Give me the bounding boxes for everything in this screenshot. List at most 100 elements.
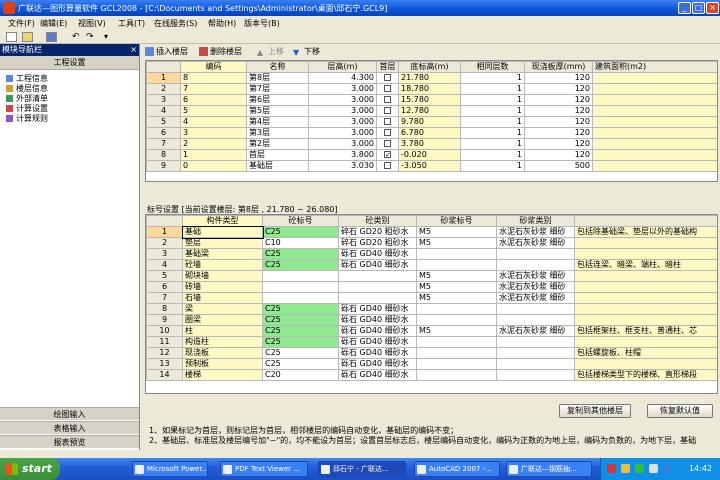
component-type-cell[interactable]: 梁 [182, 303, 263, 315]
mortar-category-cell[interactable] [496, 303, 575, 315]
col-header[interactable]: 名称 [246, 61, 309, 73]
building-area-cell[interactable] [592, 83, 717, 95]
nav-report-preview[interactable]: 报表预览 [0, 435, 139, 448]
mortar-category-cell[interactable] [496, 347, 575, 359]
grade-row[interactable]: 7 石墙 M5 水泥石灰砂浆 细砂 [146, 292, 717, 304]
note-cell[interactable]: 包括除基础梁、垫层以外的基础构 [574, 226, 717, 238]
slab-thickness-cell[interactable]: 120 [524, 138, 593, 150]
slab-thickness-cell[interactable]: 120 [524, 94, 593, 106]
mortar-category-cell[interactable] [496, 248, 575, 260]
note-cell[interactable] [574, 336, 717, 348]
taskbar-item[interactable]: 广联达—钢筋抽... [506, 461, 592, 477]
mortar-category-cell[interactable]: 水泥石灰砂浆 细砂 [496, 292, 575, 304]
row-number[interactable]: 7 [146, 138, 181, 150]
floor-name-cell[interactable]: 基础层 [246, 160, 309, 172]
mortar-grade-cell[interactable] [416, 347, 497, 359]
floor-code-cell[interactable]: 2 [180, 138, 247, 150]
concrete-grade-cell[interactable]: C10 [262, 237, 339, 249]
minimize-button[interactable]: _ [678, 2, 691, 14]
grade-row[interactable]: 5 砌块墙 M5 水泥石灰砂浆 细砂 [146, 270, 717, 282]
mortar-category-cell[interactable]: 水泥石灰砂浆 细砂 [496, 270, 575, 282]
col-header[interactable]: 砼类别 [338, 215, 417, 227]
first-floor-checkbox[interactable] [384, 129, 391, 136]
concrete-category-cell[interactable]: 砾石 GD40 细砂水 [338, 325, 417, 337]
concrete-category-cell[interactable] [338, 281, 417, 293]
first-floor-checkbox-cell[interactable] [376, 149, 399, 161]
first-floor-checkbox[interactable] [384, 151, 391, 160]
floor-height-cell[interactable]: 4.300 [308, 72, 377, 84]
building-area-cell[interactable] [592, 160, 717, 172]
col-header[interactable]: 砂浆标号 [416, 215, 497, 227]
base-elevation-cell[interactable]: 15.780 [398, 94, 461, 106]
volume-icon[interactable] [649, 464, 658, 473]
base-elevation-cell[interactable]: 6.780 [398, 127, 461, 139]
grade-row[interactable]: 14 楼梯 C20 砾石 GD40 细砂水 包括楼梯类型下的楼梯、直形梯段 [146, 369, 717, 381]
row-number[interactable]: 8 [146, 149, 181, 161]
floor-name-cell[interactable]: 第5层 [246, 105, 309, 117]
floor-name-cell[interactable]: 第6层 [246, 94, 309, 106]
note-cell[interactable] [574, 358, 717, 370]
menu-version[interactable]: 版本号(B) [244, 18, 280, 29]
note-cell[interactable] [574, 314, 717, 326]
mortar-grade-cell[interactable]: M5 [416, 226, 497, 238]
concrete-category-cell[interactable]: 碎石 GD20 粗砂水 [338, 226, 417, 238]
menu-view[interactable]: 视图(V) [78, 18, 106, 29]
taskbar-item[interactable]: PDF Text Viewer ... [220, 461, 308, 477]
grade-row[interactable]: 4 砼墙 C25 砾石 GD40 细砂水 包括连梁、暗梁、端柱、暗柱 [146, 259, 717, 271]
component-type-cell[interactable]: 砼墙 [182, 259, 263, 271]
row-number[interactable]: 5 [146, 116, 181, 128]
grade-row[interactable]: 10 柱 C25 砾石 GD40 细砂水 M5 水泥石灰砂浆 细砂 包括框架柱、框支柱、普通… [146, 325, 717, 337]
floor-row[interactable]: 9 0 基础层 3.030 -3.050 1 500 [146, 160, 717, 172]
grade-row[interactable]: 12 现浇板 C25 砾石 GD40 细砂水 包括螺旋板、柱帽 [146, 347, 717, 359]
component-type-cell[interactable]: 石墙 [182, 292, 263, 304]
note-cell[interactable] [574, 237, 717, 249]
slab-thickness-cell[interactable]: 120 [524, 83, 593, 95]
redo-icon[interactable]: ↷ [86, 32, 97, 42]
concrete-grade-cell[interactable]: C25 [262, 226, 339, 238]
floor-row[interactable]: 6 3 第3层 3.000 6.780 1 120 [146, 127, 717, 139]
floor-height-cell[interactable]: 3.800 [308, 149, 377, 161]
col-header[interactable]: 相同层数 [460, 61, 525, 73]
first-floor-checkbox-cell[interactable] [376, 72, 399, 84]
row-number[interactable]: 7 [146, 292, 183, 304]
concrete-grade-cell[interactable] [262, 281, 339, 293]
floor-height-cell[interactable]: 3.000 [308, 138, 377, 150]
first-floor-checkbox-cell[interactable] [376, 160, 399, 172]
insert-floor-button[interactable]: 插入楼层 [145, 46, 188, 57]
slab-thickness-cell[interactable]: 500 [524, 160, 593, 172]
floor-row[interactable]: 7 2 第2层 3.000 3.780 1 120 [146, 138, 717, 150]
nav-section-project-settings[interactable]: 工程设置 [0, 56, 139, 70]
floor-row[interactable]: 4 5 第5层 3.000 12.780 1 120 [146, 105, 717, 117]
concrete-category-cell[interactable]: 砾石 GD40 细砂水 [338, 336, 417, 348]
same-floors-cell[interactable]: 1 [460, 138, 525, 150]
row-number[interactable]: 6 [146, 127, 181, 139]
nav-drawing-input[interactable]: 绘图输入 [0, 407, 139, 420]
floor-code-cell[interactable]: 0 [180, 160, 247, 172]
row-number[interactable]: 10 [146, 325, 183, 337]
first-floor-checkbox[interactable] [384, 162, 391, 169]
floor-height-cell[interactable]: 3.030 [308, 160, 377, 172]
concrete-category-cell[interactable]: 砾石 GD40 细砂水 [338, 347, 417, 359]
col-header[interactable]: 砂浆类别 [496, 215, 575, 227]
menu-online[interactable]: 在线服务(S) [154, 18, 197, 29]
mortar-grade-cell[interactable] [416, 336, 497, 348]
grade-row[interactable]: 13 预制板 C25 砾石 GD40 细砂水 [146, 358, 717, 370]
base-elevation-cell[interactable]: 21.780 [398, 72, 461, 84]
menu-file[interactable]: 文件(F) [8, 18, 35, 29]
copy-to-other-floors-button[interactable]: 复制到其他楼层 [559, 404, 631, 418]
open-folder-icon[interactable] [22, 32, 33, 42]
mortar-category-cell[interactable]: 水泥石灰砂浆 细砂 [496, 226, 575, 238]
mortar-grade-cell[interactable] [416, 358, 497, 370]
floor-height-cell[interactable]: 3.000 [308, 127, 377, 139]
row-number[interactable]: 14 [146, 369, 183, 381]
floor-name-cell[interactable]: 第3层 [246, 127, 309, 139]
first-floor-checkbox-cell[interactable] [376, 138, 399, 150]
floor-code-cell[interactable]: 1 [180, 149, 247, 161]
floor-row[interactable]: 3 6 第6层 3.000 15.780 1 120 [146, 94, 717, 106]
mortar-category-cell[interactable] [496, 358, 575, 370]
row-number[interactable]: 4 [146, 105, 181, 117]
row-number[interactable]: 2 [146, 237, 183, 249]
grade-row[interactable]: 6 砖墙 M5 水泥石灰砂浆 细砂 [146, 281, 717, 293]
floor-code-cell[interactable]: 8 [180, 72, 247, 84]
component-type-cell[interactable]: 柱 [182, 325, 263, 337]
